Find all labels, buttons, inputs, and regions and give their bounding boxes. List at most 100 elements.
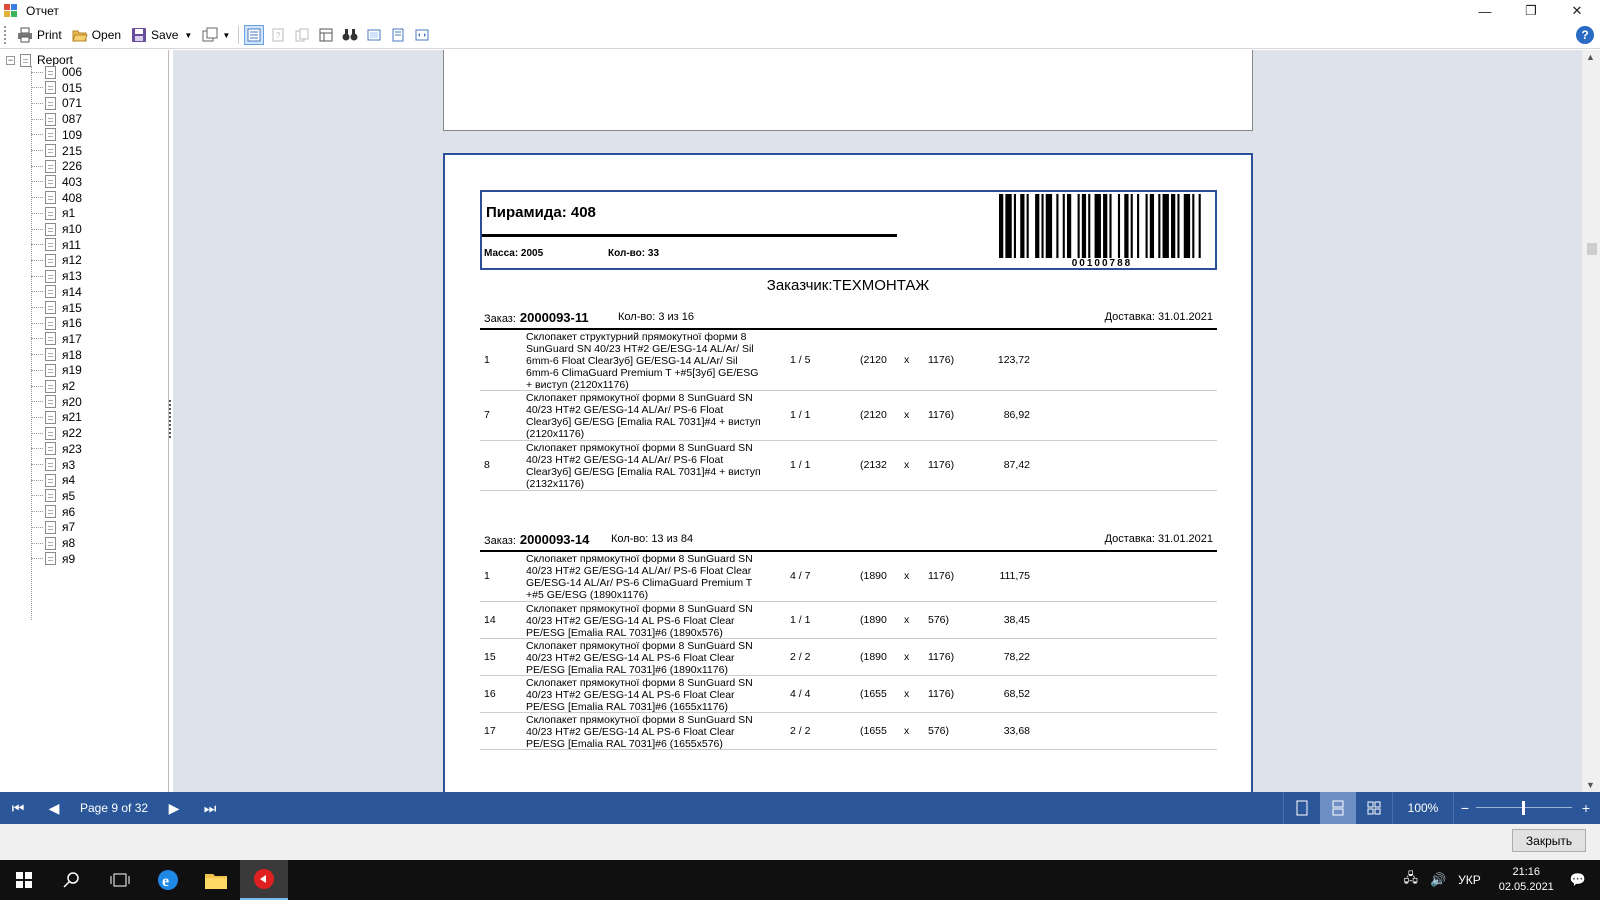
zoom-slider[interactable] bbox=[1476, 792, 1572, 824]
tree-connector bbox=[31, 275, 43, 277]
zoom-out-button[interactable]: − bbox=[1454, 792, 1476, 824]
splitter-grip[interactable] bbox=[169, 400, 172, 438]
task-view-button[interactable] bbox=[96, 860, 144, 900]
language-indicator[interactable]: УКР bbox=[1458, 873, 1481, 887]
tree-item[interactable]: я9 bbox=[31, 551, 75, 567]
tree-item[interactable]: я13 bbox=[31, 268, 82, 284]
tree-item[interactable]: я10 bbox=[31, 221, 82, 237]
open-button[interactable]: Open bbox=[67, 24, 126, 46]
tree-item[interactable]: я5 bbox=[31, 488, 75, 504]
tree-item[interactable]: я23 bbox=[31, 441, 82, 457]
zoom-slider-knob[interactable] bbox=[1522, 801, 1525, 815]
prev-page-button[interactable]: ◀ bbox=[36, 792, 72, 824]
scroll-down-icon[interactable]: ▼ bbox=[1586, 780, 1595, 790]
tree-item[interactable]: я17 bbox=[31, 331, 82, 347]
tree-item-label: я21 bbox=[62, 410, 82, 425]
tree-item[interactable]: я16 bbox=[31, 315, 82, 331]
tree-connector bbox=[31, 479, 43, 481]
tree-item-label: 226 bbox=[62, 159, 83, 174]
taskbar-explorer[interactable] bbox=[192, 860, 240, 900]
tree-item[interactable]: я20 bbox=[31, 394, 82, 410]
tree-item[interactable]: 087 bbox=[31, 111, 82, 127]
tree-item[interactable]: я2 bbox=[31, 378, 75, 394]
tree-item[interactable]: 109 bbox=[31, 127, 82, 143]
network-icon[interactable]: 🖧 bbox=[1403, 869, 1418, 891]
tree-item[interactable]: я8 bbox=[31, 535, 75, 551]
tree-item[interactable]: 071 bbox=[31, 95, 82, 111]
tree-item[interactable]: я12 bbox=[31, 252, 82, 268]
tree-item[interactable]: я1 bbox=[31, 205, 75, 221]
tree-item[interactable]: я3 bbox=[31, 457, 75, 473]
tree-item[interactable]: 226 bbox=[31, 158, 82, 174]
find-button[interactable] bbox=[340, 25, 360, 45]
page-node-icon bbox=[45, 410, 56, 424]
tree-item-label: 215 bbox=[62, 143, 83, 158]
barcode-bar bbox=[1103, 194, 1108, 258]
tree-item[interactable]: я19 bbox=[31, 362, 82, 378]
parameters-button[interactable]: ? bbox=[268, 25, 288, 45]
tree-item[interactable]: я15 bbox=[31, 300, 82, 316]
tree-item[interactable]: 015 bbox=[31, 80, 82, 96]
scroll-up-icon[interactable]: ▲ bbox=[1586, 52, 1595, 62]
scroll-thumb[interactable] bbox=[1587, 243, 1597, 255]
close-window-button[interactable]: ✕ bbox=[1554, 0, 1600, 22]
start-button[interactable] bbox=[0, 860, 48, 900]
print-button[interactable]: Print bbox=[12, 24, 67, 46]
row-width: (2132 bbox=[860, 459, 887, 471]
chevron-down-icon[interactable]: ▼ bbox=[222, 31, 230, 40]
table-row: 17 Склопакет прямокутної форми 8 SunGuard… bbox=[480, 713, 1217, 750]
notifications-icon[interactable]: 💬 bbox=[1570, 872, 1586, 888]
tree-item[interactable]: 408 bbox=[31, 190, 82, 206]
prev-page-icon: ◀ bbox=[48, 799, 60, 816]
single-page-button[interactable] bbox=[364, 25, 384, 45]
minimize-button[interactable]: — bbox=[1462, 0, 1508, 22]
fit-page-button[interactable] bbox=[412, 25, 432, 45]
clock[interactable]: 21:16 02.05.2021 bbox=[1499, 865, 1554, 895]
tree-item[interactable]: я4 bbox=[31, 472, 75, 488]
page-node-icon bbox=[45, 238, 56, 252]
tree-item-label: 071 bbox=[62, 96, 83, 111]
tree-item[interactable]: я6 bbox=[31, 504, 75, 520]
toggle-tree-button[interactable] bbox=[244, 25, 265, 45]
save-button[interactable]: Save ▼ bbox=[126, 24, 197, 46]
tree-item[interactable]: 403 bbox=[31, 174, 82, 190]
continuous-view-button[interactable] bbox=[1320, 792, 1356, 824]
row-description: Склопакет прямокутної форми 8 SunGuard S… bbox=[526, 640, 753, 676]
collapse-icon[interactable]: − bbox=[6, 55, 15, 65]
restore-button[interactable]: ❐ bbox=[1508, 0, 1554, 22]
vertical-scrollbar[interactable]: ▲ ▼ bbox=[1582, 50, 1600, 792]
tree-item[interactable]: я21 bbox=[31, 409, 82, 425]
search-button[interactable] bbox=[48, 860, 96, 900]
taskbar-report-app[interactable] bbox=[240, 860, 288, 900]
copy-button[interactable] bbox=[292, 25, 312, 45]
row-times: x bbox=[904, 409, 910, 421]
toolbar-grip[interactable] bbox=[4, 26, 8, 44]
bottom-panel: Закрыть bbox=[0, 824, 1600, 860]
tree-connector bbox=[31, 511, 43, 513]
multi-page-view-button[interactable] bbox=[1356, 792, 1392, 824]
tree-item[interactable]: 215 bbox=[31, 143, 82, 159]
search-icon bbox=[63, 872, 79, 888]
tree-item[interactable]: я22 bbox=[31, 425, 82, 441]
tree-item[interactable]: я14 bbox=[31, 284, 82, 300]
volume-icon[interactable]: 🔊 bbox=[1430, 872, 1446, 888]
barcode-bar bbox=[1137, 194, 1140, 258]
export-button[interactable]: ▼ bbox=[197, 24, 235, 46]
tree-item[interactable]: 006 bbox=[31, 64, 82, 80]
last-page-button[interactable]: ⏭ bbox=[192, 792, 228, 824]
chevron-down-icon[interactable]: ▼ bbox=[184, 31, 192, 40]
close-report-button[interactable]: Закрыть bbox=[1512, 829, 1586, 852]
zoom-in-button[interactable]: + bbox=[1572, 792, 1600, 824]
tree-item[interactable]: я11 bbox=[31, 237, 81, 253]
page-width-button[interactable] bbox=[388, 25, 408, 45]
next-page-button[interactable]: ▶ bbox=[156, 792, 192, 824]
row-area: 38,45 bbox=[1003, 614, 1030, 626]
help-icon[interactable]: ? bbox=[1576, 26, 1594, 44]
taskbar-edge[interactable]: e bbox=[144, 860, 192, 900]
row-count: 1 / 1 bbox=[790, 409, 811, 421]
tree-item[interactable]: я18 bbox=[31, 347, 82, 363]
layout-button[interactable] bbox=[316, 25, 336, 45]
tree-item[interactable]: я7 bbox=[31, 519, 75, 535]
first-page-button[interactable]: ⏮ bbox=[0, 792, 36, 824]
single-page-view-button[interactable] bbox=[1284, 792, 1320, 824]
